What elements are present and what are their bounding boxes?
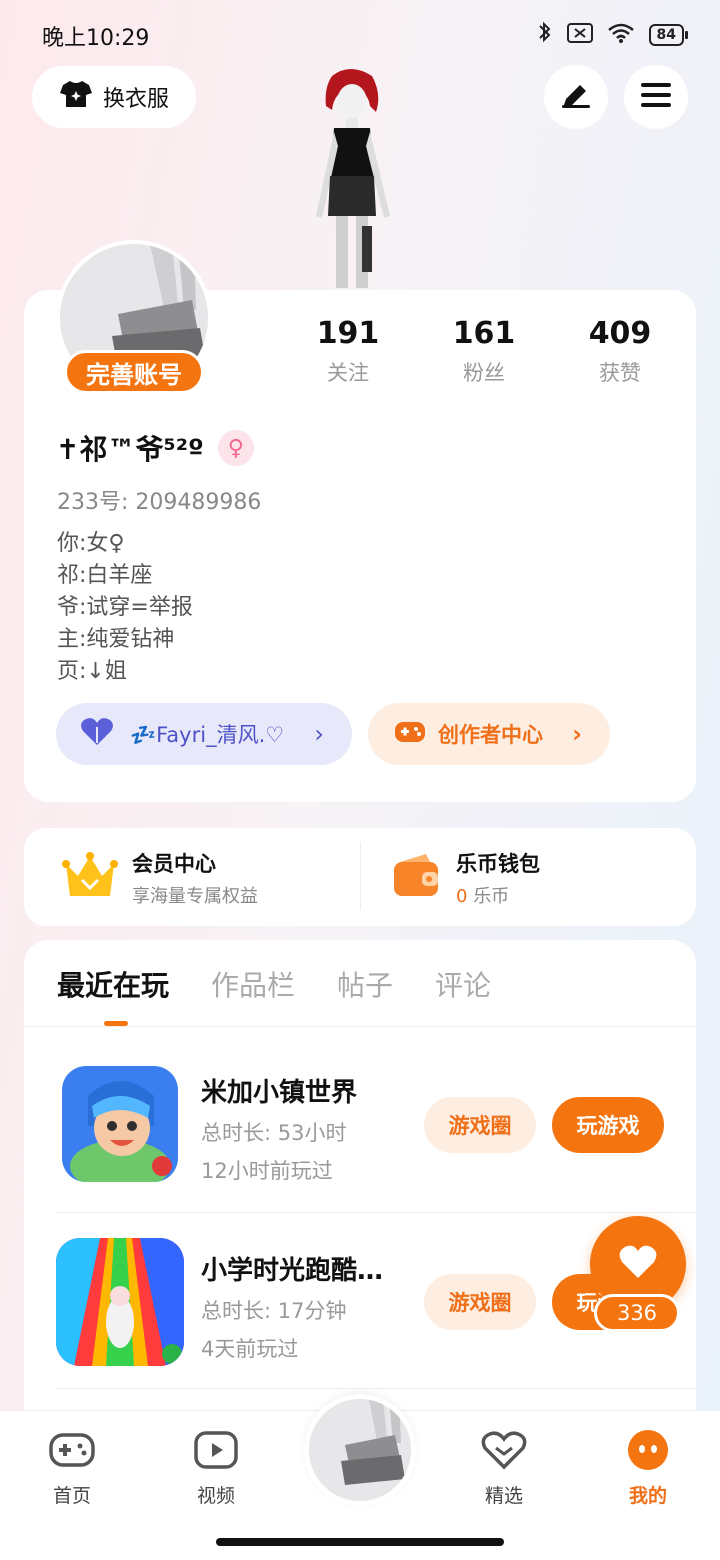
- bio-line: 主:纯爱钻神: [57, 627, 175, 652]
- game-info: 米加小镇世界 总时长: 53小时 12小时前玩过: [201, 1072, 357, 1185]
- divider: [360, 842, 361, 910]
- nav-avatar[interactable]: [304, 1394, 416, 1506]
- edit-profile-button[interactable]: [544, 65, 608, 129]
- divider: [56, 1388, 696, 1389]
- game-icon-miga: [62, 1066, 178, 1182]
- game-name: 米加小镇世界: [201, 1078, 358, 1108]
- menu-button[interactable]: [624, 65, 688, 129]
- creator-center-label: 创作者中心: [438, 723, 543, 747]
- profile-tabs: 最近在玩 作品栏 帖子 评论: [57, 964, 491, 1004]
- divider: [56, 1212, 696, 1213]
- bio-line: 你:女♀: [57, 531, 125, 556]
- nav-video[interactable]: 视频: [171, 1430, 261, 1508]
- wallet-amount: 0: [456, 886, 468, 907]
- following-label: 关注: [327, 361, 369, 385]
- bio-line: 页:↓姐: [57, 659, 127, 684]
- gamepad-icon: [48, 1430, 96, 1475]
- change-outfit-label: 换衣服: [102, 87, 169, 112]
- followers-label: 粉丝: [463, 361, 505, 385]
- bio: 你:女♀ 祁:白羊座 爷:试穿=举报 主:纯爱钻神 页:↓姐: [57, 528, 193, 688]
- heart-outline-icon: [480, 1430, 528, 1475]
- nav-featured[interactable]: 精选: [459, 1430, 549, 1508]
- nav-video-label: 视频: [196, 1485, 235, 1507]
- heart-icon: [80, 717, 114, 752]
- chevron-right-icon: ›: [314, 720, 324, 748]
- game-circle-button[interactable]: 游戏圈: [424, 1274, 536, 1330]
- fan-club-button[interactable]: 💤Fayri_清风.♡ ›: [56, 703, 352, 765]
- creator-center-button[interactable]: 创作者中心 ›: [368, 703, 610, 765]
- nav-home-label: 首页: [52, 1485, 91, 1507]
- wallet-unit: 乐币: [473, 886, 510, 907]
- stat-likes[interactable]: 409 获赞: [560, 316, 680, 387]
- followers-count: 161: [452, 316, 516, 351]
- game-info: 小学时光跑酷… 总时长: 17分钟 4天前玩过: [201, 1250, 383, 1363]
- nav-me[interactable]: 我的: [603, 1430, 693, 1508]
- home-indicator: [216, 1538, 504, 1546]
- following-count: 191: [316, 316, 380, 351]
- wallet-balance: 0 乐币: [456, 882, 540, 908]
- video-icon: [192, 1430, 240, 1475]
- game-last-played: 12小时前玩过: [201, 1159, 333, 1183]
- stat-following[interactable]: 191 关注: [288, 316, 408, 387]
- status-time: 晚上10:29: [42, 26, 150, 51]
- complete-account-badge[interactable]: 完善账号: [64, 350, 204, 394]
- wallet-button[interactable]: 乐币钱包 0 乐币: [392, 848, 540, 908]
- gamepad-icon: [394, 719, 426, 750]
- game-duration: 总时长: 17分钟: [201, 1299, 347, 1323]
- likes-count: 409: [588, 316, 652, 351]
- member-center-subtitle: 享海量专属权益: [132, 886, 258, 907]
- game-circle-button[interactable]: 游戏圈: [424, 1097, 536, 1153]
- wifi-icon: [607, 22, 635, 48]
- list-item[interactable]: 米加小镇世界 总时长: 53小时 12小时前玩过 游戏圈 玩游戏: [56, 1064, 696, 1204]
- change-outfit-button[interactable]: 换衣服: [32, 66, 196, 128]
- face-icon: [625, 1430, 671, 1475]
- tab-works[interactable]: 作品栏: [211, 964, 295, 1004]
- pencil-icon: [560, 81, 592, 113]
- divider: [24, 1026, 696, 1027]
- nav-me-label: 我的: [628, 1485, 667, 1507]
- nav-featured-label: 精选: [484, 1485, 523, 1507]
- bio-line: 祁:白羊座: [57, 563, 153, 588]
- nickname-row: ✝祁™爷⁵²º ♀: [56, 428, 254, 468]
- game-icon-parkour: [56, 1238, 184, 1366]
- fan-club-label: 💤Fayri_清风.♡: [130, 723, 285, 747]
- shirt-icon: [59, 79, 93, 115]
- heart-icon: [618, 1244, 658, 1284]
- user-id: 233号: 209489986: [57, 490, 262, 515]
- tab-comments[interactable]: 评论: [435, 964, 491, 1004]
- nickname: ✝祁™爷⁵²º: [56, 433, 204, 466]
- menu-icon: [640, 81, 672, 113]
- tab-posts[interactable]: 帖子: [337, 964, 393, 1004]
- play-game-button[interactable]: 玩游戏: [552, 1097, 664, 1153]
- avatar-figure[interactable]: [290, 66, 410, 291]
- game-last-played: 4天前玩过: [201, 1337, 299, 1361]
- wallet-icon: [392, 852, 442, 904]
- member-center-button[interactable]: 会员中心 享海量专属权益: [62, 848, 258, 908]
- member-center-title: 会员中心: [132, 852, 216, 876]
- bio-line: 爷:试穿=举报: [57, 595, 193, 620]
- like-count: 336: [594, 1294, 680, 1332]
- game-duration: 总时长: 53小时: [201, 1121, 347, 1145]
- chevron-right-icon: ›: [572, 720, 582, 748]
- nav-home[interactable]: 首页: [27, 1430, 117, 1508]
- bluetooth-icon: [537, 20, 553, 50]
- likes-label: 获赞: [599, 361, 641, 385]
- game-name: 小学时光跑酷…: [201, 1256, 384, 1286]
- female-gender-icon: ♀: [217, 430, 254, 466]
- wallet-title: 乐币钱包: [456, 852, 540, 876]
- battery-indicator: 84: [648, 24, 689, 46]
- sim-off-icon: [566, 23, 593, 47]
- tab-recent[interactable]: 最近在玩: [57, 964, 169, 1004]
- status-icons: 84: [537, 20, 689, 50]
- crown-icon: [62, 850, 118, 906]
- stat-followers[interactable]: 161 粉丝: [424, 316, 544, 387]
